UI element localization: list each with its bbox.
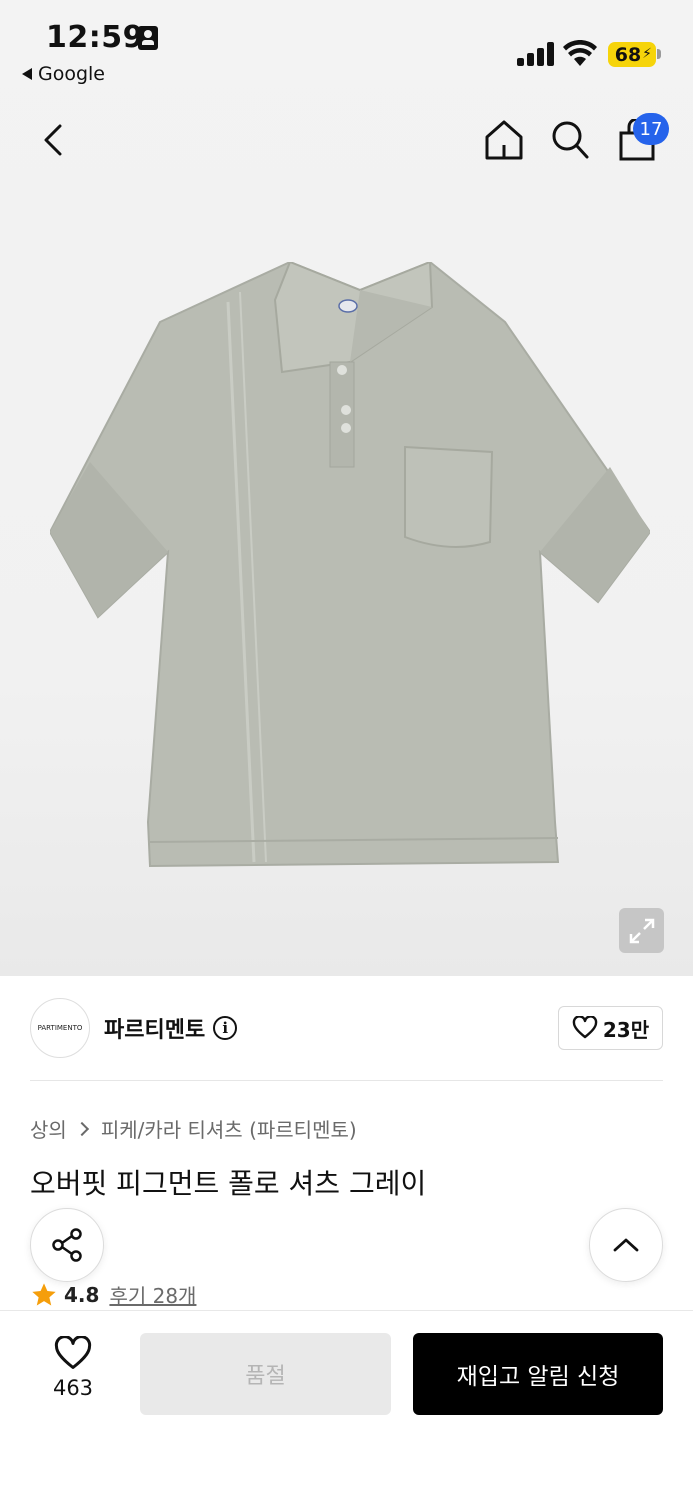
wishlist-count: 463: [52, 1376, 94, 1400]
review-count-link[interactable]: 후기 28개: [109, 1280, 196, 1309]
soldout-button: 품절: [140, 1333, 391, 1415]
product-hero: 12:59 Google 68 ⚡ 17: [0, 0, 693, 976]
divider: [30, 1080, 663, 1081]
brand-like-button[interactable]: 23만: [558, 1006, 663, 1050]
rating-score: 4.8: [64, 1282, 100, 1307]
product-image[interactable]: [50, 262, 650, 872]
cart-count-badge: 17: [633, 113, 669, 145]
wifi-icon: [563, 40, 597, 66]
status-time: 12:59: [46, 20, 144, 55]
chevron-right-icon: [74, 1121, 89, 1136]
search-icon[interactable]: [550, 119, 590, 161]
brand-logo[interactable]: PARTIMENTO: [30, 998, 90, 1058]
id-card-icon: [138, 26, 158, 50]
battery-indicator: 68 ⚡: [608, 42, 656, 67]
back-to-app-link[interactable]: Google: [22, 63, 105, 85]
info-icon[interactable]: i: [213, 1016, 238, 1040]
home-icon[interactable]: [484, 119, 524, 161]
share-button[interactable]: [30, 1208, 104, 1282]
expand-icon: [629, 918, 654, 943]
cellular-signal-icon: [517, 42, 555, 66]
charging-bolt-icon: ⚡: [642, 46, 652, 62]
chevron-up-icon: [613, 1238, 639, 1252]
wishlist-button[interactable]: 463: [40, 1336, 106, 1412]
back-triangle-icon: [22, 68, 32, 80]
battery-cap: [657, 49, 661, 59]
expand-image-button[interactable]: [619, 908, 664, 953]
heart-icon: [54, 1336, 92, 1369]
scroll-to-top-button[interactable]: [589, 1208, 663, 1282]
breadcrumb-category[interactable]: 상의: [30, 1114, 67, 1143]
breadcrumb-subcategory[interactable]: 피케/카라 티셔츠 (파르티멘토): [101, 1114, 357, 1143]
share-icon: [52, 1228, 82, 1262]
product-title: 오버핏 피그먼트 폴로 셔츠 그레이: [30, 1167, 427, 1200]
restock-alert-button[interactable]: 재입고 알림 신청: [413, 1333, 663, 1415]
battery-level: 68: [614, 43, 642, 66]
brand-name-link[interactable]: 파르티멘토 i: [104, 1012, 238, 1044]
heart-icon: [572, 1016, 598, 1039]
rating-row: 4.8 후기 28개: [30, 1280, 196, 1309]
brand-like-count: 23만: [602, 1017, 650, 1042]
back-app-label: Google: [38, 63, 106, 85]
chevron-left-icon[interactable]: [38, 120, 70, 160]
brand-name: 파르티멘토: [104, 1018, 206, 1043]
breadcrumb: 상의 피케/카라 티셔츠 (파르티멘토): [30, 1114, 357, 1143]
brand-logo-text: PARTIMENTO: [37, 1024, 83, 1032]
star-icon: [32, 1282, 56, 1305]
